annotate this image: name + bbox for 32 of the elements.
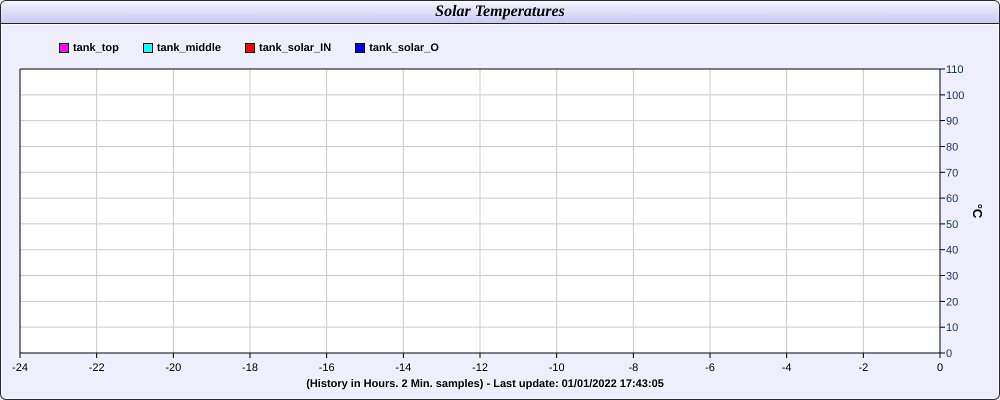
x-axis-title: (History in Hours. 2 Min. samples) - Last update: 01/01/2022 17:43:05 — [306, 378, 664, 390]
y-axis-title: °C — [970, 204, 985, 218]
y-tick-label: 70 — [946, 167, 958, 180]
x-tick-label: -24 — [12, 362, 28, 374]
legend-label: tank_solar_IN — [259, 42, 332, 54]
x-tick-label: -4 — [782, 362, 792, 374]
y-tick-label: 80 — [946, 141, 958, 154]
window-title: Solar Temperatures — [435, 3, 565, 21]
y-tick-label: 0 — [946, 348, 952, 360]
x-tick-label: -22 — [88, 362, 105, 374]
legend-label: tank_top — [73, 42, 119, 54]
y-tick-label: 60 — [946, 193, 958, 206]
y-tick-label: 40 — [946, 244, 958, 257]
x-tick-label: -16 — [318, 362, 335, 374]
y-tick-label: 20 — [946, 296, 958, 308]
x-tick-label: -2 — [858, 362, 868, 374]
y-tick-label: 100 — [946, 90, 964, 102]
x-tick-label: -20 — [165, 362, 182, 374]
x-tick-label: -14 — [395, 362, 412, 374]
x-tick-label: 0 — [936, 362, 944, 374]
y-tick-label: 30 — [946, 270, 958, 283]
x-tick-label: -18 — [242, 362, 258, 374]
y-tick-label: 110 — [946, 64, 964, 76]
x-tick-label: -8 — [628, 362, 638, 374]
x-tick-label: -6 — [705, 362, 715, 374]
x-tick-label: -12 — [472, 362, 488, 374]
legend-label: tank_solar_O — [369, 42, 439, 54]
y-tick-label: 50 — [946, 218, 958, 231]
y-tick-label: 90 — [946, 116, 958, 128]
x-tick-label: -10 — [548, 362, 565, 374]
y-tick-label: 10 — [946, 322, 958, 334]
legend-label: tank_middle — [156, 42, 222, 54]
